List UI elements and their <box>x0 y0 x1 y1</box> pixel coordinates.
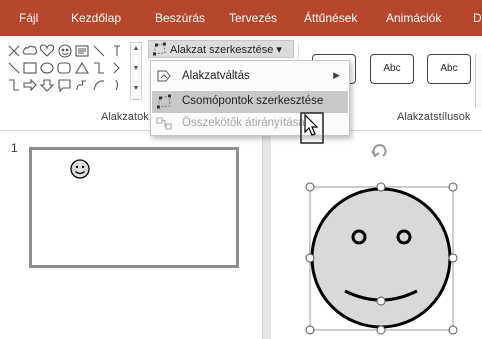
smiley-face-shape[interactable] <box>310 187 452 329</box>
callout-shape-icon[interactable] <box>58 79 71 93</box>
shapes-gallery <box>6 42 130 100</box>
tab-transitions[interactable]: Áttűnések <box>304 11 357 25</box>
selected-shape[interactable] <box>271 131 482 339</box>
edit-shape-label: Alakzat szerkesztése ▾ <box>170 44 282 56</box>
shape-style-preset-3[interactable]: Abc <box>427 54 471 84</box>
tab-home[interactable]: Kezdőlap <box>71 11 121 25</box>
shapes-gallery-grid <box>8 44 120 93</box>
elbow-arrow-shape-icon[interactable] <box>9 79 19 91</box>
smiley-shape-icon[interactable] <box>58 44 72 58</box>
triangle-shape-icon[interactable] <box>75 61 89 74</box>
edit-shape-icon <box>153 42 166 56</box>
shapes-group-label: Alakzatok <box>101 111 149 123</box>
shape-styles-group-label: Alakzatstílusok <box>397 111 471 123</box>
rounded-rectangle-shape-icon[interactable] <box>57 62 71 74</box>
curly-shape-icon[interactable] <box>76 80 86 91</box>
shape-style-preset-2[interactable]: Abc <box>370 54 414 84</box>
slide <box>271 131 482 339</box>
cloud-shape-icon[interactable] <box>22 45 38 55</box>
smiley-face-icon <box>70 159 90 179</box>
slide-thumbnail[interactable] <box>29 147 239 268</box>
slide-number: 1 <box>11 141 18 155</box>
tab-animations[interactable]: Animációk <box>386 11 441 25</box>
menu-item-edit-points[interactable]: Csomópontok szerkesztése <box>152 91 348 113</box>
edit-shape-button[interactable]: Alakzat szerkesztése ▾ <box>148 40 294 58</box>
reroute-connectors-icon <box>156 117 172 130</box>
tab-file[interactable]: Fájl <box>19 11 38 25</box>
menu-item-label: Összekötők átirányítása <box>182 117 305 129</box>
menu-item-label: Alakzatváltás <box>182 70 250 82</box>
mouse-cursor-icon <box>300 112 324 144</box>
right-arrow-shape-icon[interactable] <box>23 78 37 92</box>
submenu-arrow-icon: ▶ <box>333 70 340 80</box>
scroll-down-icon[interactable]: ▼ <box>131 65 141 72</box>
gallery-more-icon[interactable]: ▼ <box>131 85 141 92</box>
shapes-gallery-scroll[interactable]: ▲ ▼ ▼ <box>130 42 142 100</box>
tab-design[interactable]: Tervezés <box>229 11 277 25</box>
scroll-up-icon[interactable]: ▲ <box>131 45 141 52</box>
ribbon-tab-bar: Fájl Kezdőlap Beszúrás Tervezés Áttűnése… <box>0 0 482 36</box>
tab-insert[interactable]: Beszúrás <box>155 11 205 25</box>
rectangle-shape-icon[interactable] <box>23 62 37 74</box>
adjust-handle[interactable] <box>376 296 386 306</box>
tab-overflow[interactable]: D <box>473 11 482 25</box>
powerpoint-window: Fájl Kezdőlap Beszúrás Tervezés Áttűnése… <box>0 0 482 339</box>
rotate-handle-icon[interactable] <box>371 144 387 158</box>
change-shape-icon <box>157 70 171 82</box>
text-box-shape-icon[interactable] <box>75 45 89 57</box>
edit-points-icon <box>157 94 171 109</box>
elbow-connector-shape-icon[interactable] <box>94 62 104 74</box>
oval-shape-icon[interactable] <box>40 62 54 74</box>
diagonal-line-shape-icon[interactable] <box>8 62 20 74</box>
line-shape-icon[interactable] <box>93 45 105 57</box>
arc-shape-icon[interactable] <box>93 80 105 91</box>
heart-shape-icon[interactable] <box>39 44 55 57</box>
menu-item-change-shape[interactable]: Alakzatváltás ▶ <box>152 66 348 88</box>
down-arrow-shape-icon[interactable] <box>39 79 55 92</box>
bracket-shape-icon[interactable] <box>113 45 120 91</box>
curved-x-shape-icon[interactable] <box>8 45 20 57</box>
shape-styles-scroll[interactable] <box>475 54 482 108</box>
menu-item-label: Csomópontok szerkesztése <box>182 95 324 107</box>
